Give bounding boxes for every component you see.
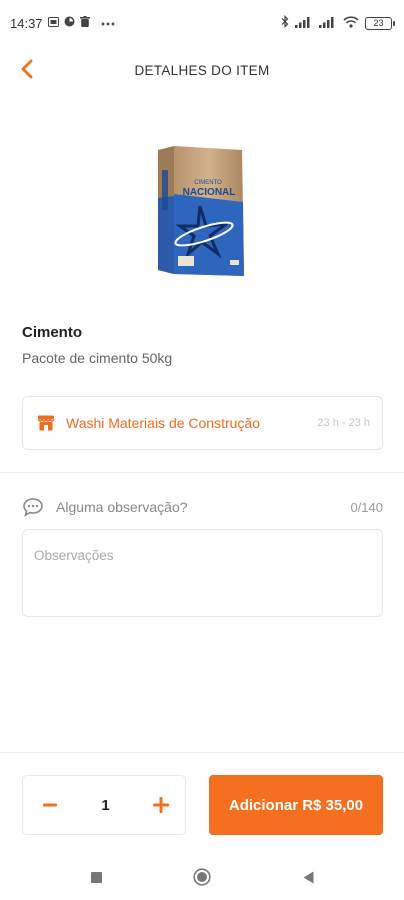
- increase-button[interactable]: [151, 795, 171, 815]
- home-button[interactable]: [190, 865, 214, 889]
- chevron-left-icon: [21, 59, 33, 79]
- bluetooth-icon: [281, 15, 289, 31]
- recent-apps-button[interactable]: [84, 865, 108, 889]
- character-counter: 0/140: [350, 499, 383, 515]
- trash-icon: [79, 16, 90, 30]
- decrease-button[interactable]: [40, 795, 60, 815]
- system-nav-bar: [0, 858, 404, 896]
- product-image: CIMENTO NACIONAL: [148, 140, 256, 282]
- observation-label: Alguma observação?: [56, 499, 188, 515]
- product-name: Cimento: [22, 324, 82, 341]
- store-name: Washi Materiais de Construção: [66, 415, 261, 431]
- battery-icon: 23: [365, 16, 395, 30]
- plus-icon: [153, 797, 169, 813]
- add-to-cart-button[interactable]: Adicionar R$ 35,00: [209, 775, 383, 835]
- quantity-stepper: 1: [22, 775, 186, 835]
- triangle-back-icon: [303, 871, 313, 883]
- square-icon: [90, 871, 102, 883]
- minus-icon: [43, 803, 57, 807]
- wifi-icon: [343, 15, 359, 31]
- footer-divider: [0, 752, 404, 753]
- store-hours: 23 h - 23 h: [317, 417, 370, 429]
- section-divider: [0, 472, 404, 473]
- observation-input[interactable]: [22, 529, 383, 617]
- svg-text:NACIONAL: NACIONAL: [183, 187, 236, 198]
- chat-icon: [23, 498, 43, 517]
- page-title: DETALHES DO ITEM: [134, 62, 270, 78]
- product-description: Pacote de cimento 50kg: [22, 350, 173, 366]
- back-button[interactable]: [14, 56, 40, 82]
- sync-icon: [64, 16, 75, 30]
- notification-icon: [47, 16, 59, 30]
- svg-text:CIMENTO: CIMENTO: [194, 180, 222, 186]
- quantity-value: 1: [101, 796, 110, 814]
- more-icon: [101, 18, 115, 29]
- system-back-button[interactable]: [296, 865, 320, 889]
- home-circle-icon: [193, 868, 211, 886]
- app-header: DETALHES DO ITEM: [0, 46, 404, 94]
- store-card[interactable]: Washi Materiais de Construção 23 h - 23 …: [22, 396, 383, 450]
- signal-icon: [295, 16, 313, 31]
- status-time: 14:37: [10, 15, 43, 31]
- status-bar: 14:37 23: [0, 0, 404, 46]
- signal-icon-2: [319, 16, 337, 31]
- observation-header: Alguma observação? 0/140: [22, 496, 383, 518]
- store-icon: [37, 415, 55, 431]
